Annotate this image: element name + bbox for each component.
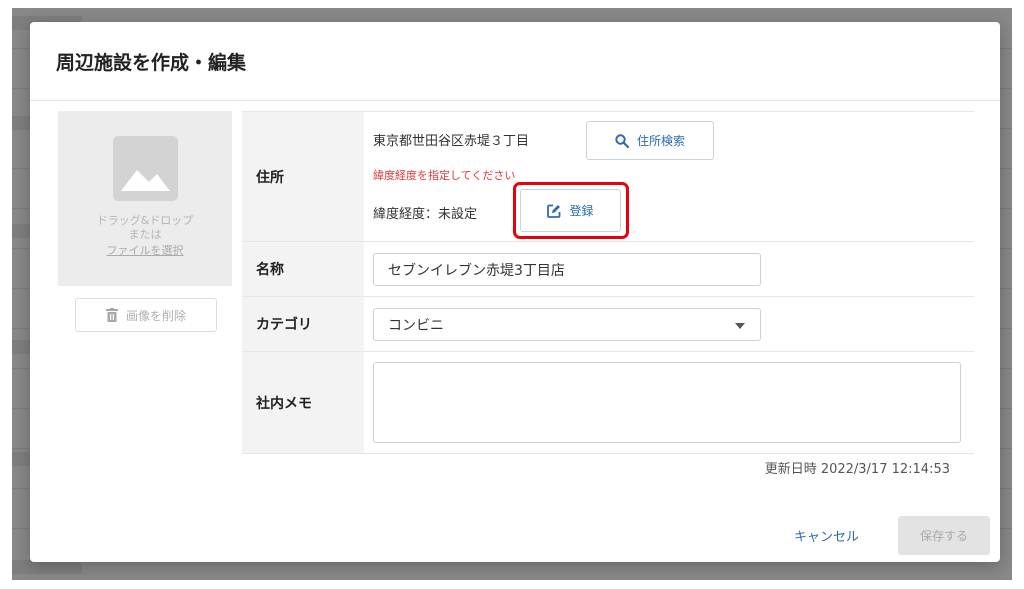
drop-line-1: ドラッグ&ドロップ [96,214,194,227]
memo-textarea[interactable] [373,362,961,443]
drop-instruction: ドラッグ&ドロップ または [58,214,232,242]
address-value-cell: 東京都世田谷区赤堤３丁目 住所検索 緯度経度を指定してください 緯度経度：未設定 [364,112,974,241]
dialog-title: 周辺施設を作成・編集 [56,52,247,74]
image-drop-zone[interactable]: ドラッグ&ドロップ または ファイルを選択 [58,111,232,286]
facility-form: 住所 東京都世田谷区赤堤３丁目 住所検索 緯度経度を指定してください 緯度経度：… [242,111,974,454]
category-label: カテゴリ [242,297,364,351]
category-value-cell: コンビニ [364,297,974,351]
trash-icon [105,308,118,322]
address-label: 住所 [242,112,364,241]
select-file-link[interactable]: ファイルを選択 [58,242,232,258]
name-row: 名称 セブンイレブン赤堤3丁目店 [242,242,974,297]
delete-image-button[interactable]: 画像を削除 [75,298,217,332]
register-latlng-button[interactable]: 登録 [520,189,621,232]
save-button[interactable]: 保存する [898,516,990,555]
cancel-button[interactable]: キャンセル [794,526,859,545]
category-selected-value: コンビニ [388,317,444,334]
name-value-cell: セブンイレブン赤堤3丁目店 [364,242,974,296]
memo-label: 社内メモ [242,352,364,453]
title-divider [30,100,1000,101]
address-value: 東京都世田谷区赤堤３丁目 [373,134,530,149]
drop-line-2: または [128,228,162,241]
latlng-status: 緯度経度：未設定 [373,207,478,222]
facility-edit-dialog: 周辺施設を作成・編集 ドラッグ&ドロップ または ファイルを選択 画像を削除 住… [30,22,1000,562]
address-search-label: 住所検索 [636,134,685,148]
address-search-button[interactable]: 住所検索 [586,121,714,160]
register-label: 登録 [569,204,594,218]
address-row: 住所 東京都世田谷区赤堤３丁目 住所検索 緯度経度を指定してください 緯度経度：… [242,111,974,242]
chevron-down-icon [735,323,745,329]
category-row: カテゴリ コンビニ [242,297,974,352]
latlng-warning: 緯度経度を指定してください [373,169,516,182]
category-select[interactable]: コンビニ [373,308,761,341]
search-icon [615,133,629,148]
delete-image-label: 画像を削除 [125,308,186,323]
name-label: 名称 [242,242,364,296]
memo-value-cell [364,352,974,453]
memo-row: 社内メモ [242,352,974,454]
edit-icon [547,204,561,218]
updated-timestamp: 更新日時 2022/3/17 12:14:53 [764,462,950,477]
image-placeholder-icon [113,136,178,201]
name-input[interactable]: セブンイレブン赤堤3丁目店 [373,253,761,286]
